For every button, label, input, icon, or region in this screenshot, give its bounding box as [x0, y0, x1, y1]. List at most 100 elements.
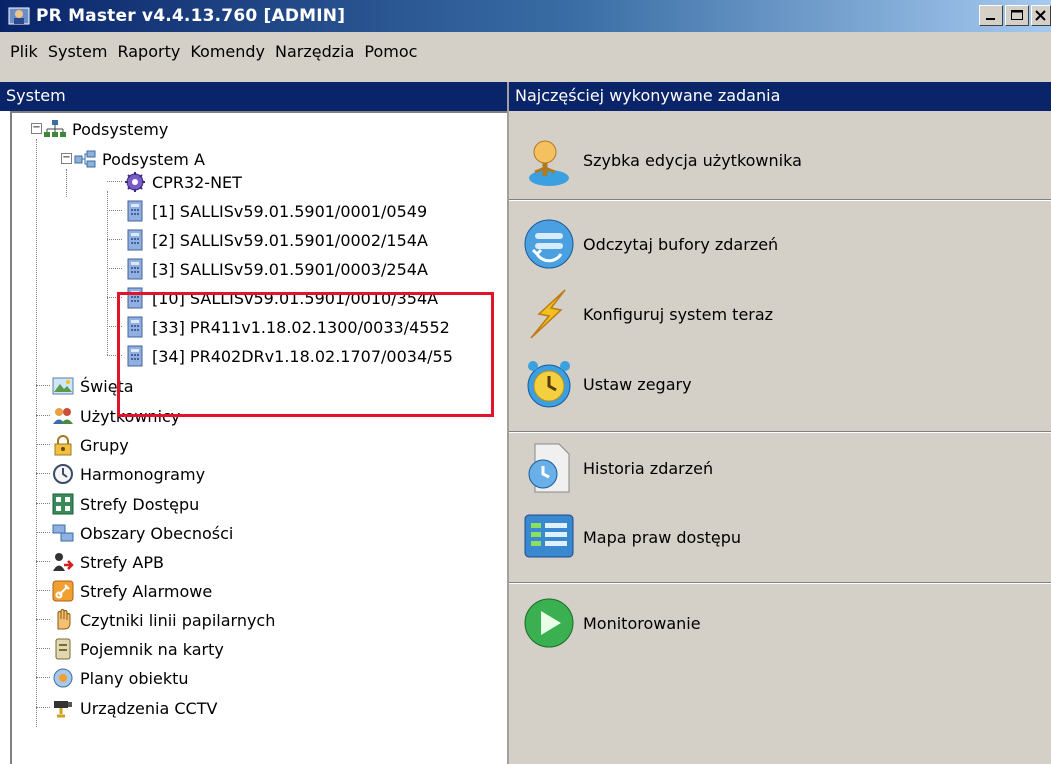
holiday-icon: [52, 377, 74, 395]
card-box-icon: [55, 638, 71, 660]
task-set-clocks[interactable]: Ustaw zegary: [521, 354, 692, 414]
tree-item-czytniki[interactable]: Czytniki linii papilarnych: [52, 606, 275, 634]
menu-bar: Plik System Raporty Komendy Narzędzia Po…: [0, 32, 1051, 82]
tree-item-controller-2[interactable]: [2] SALLISv59.01.5901/0002/154A: [124, 226, 428, 254]
tree-item-label: Plany obiektu: [80, 668, 189, 688]
user-edit-icon: [529, 140, 569, 186]
tasks-panel-header: Najczęściej wykonywane zadania: [509, 82, 1051, 111]
tree-line: [36, 415, 50, 416]
expander-podsystem-a[interactable]: −: [61, 153, 72, 164]
tree-line: [36, 139, 37, 727]
tree-item-label: Strefy APB: [80, 552, 164, 572]
menu-narzedzia[interactable]: Narzędzia: [270, 32, 359, 61]
tree-item-obszary-obecnosci[interactable]: Obszary Obecności: [52, 519, 233, 547]
alarm-clock-icon: [527, 361, 571, 408]
tree-line: [107, 191, 108, 355]
maximize-button[interactable]: [1005, 5, 1029, 26]
network-icon: [44, 120, 66, 137]
task-monitoring[interactable]: Monitorowanie: [521, 593, 701, 653]
lock-icon: [54, 435, 72, 456]
separator: [509, 582, 1051, 584]
separator: [509, 199, 1051, 201]
cctv-icon: [54, 701, 72, 718]
minimize-icon: [986, 18, 995, 20]
tree-item-label: Strefy Dostępu: [80, 494, 200, 514]
tree-item-label: [1] SALLISv59.01.5901/0001/0549: [152, 201, 428, 221]
tree-item-label: Pojemnik na karty: [80, 639, 224, 659]
tree-item-label: CPR32-NET: [152, 172, 242, 192]
tree-line: [36, 648, 50, 649]
tree-item-label: Grupy: [80, 435, 129, 455]
highlight-box: [117, 292, 494, 417]
gear-icon: [125, 172, 145, 192]
alarm-icon: [52, 580, 74, 602]
tree-line: [36, 503, 50, 504]
task-access-map[interactable]: Mapa praw dostępu: [521, 507, 741, 567]
tree-item-strefy-apb[interactable]: Strefy APB: [52, 548, 164, 576]
tree-item-label: Strefy Alarmowe: [80, 581, 213, 601]
tree-item-pojemnik[interactable]: Pojemnik na karty: [52, 635, 224, 663]
tree-item-controller-3[interactable]: [3] SALLISv59.01.5901/0003/254A: [124, 255, 428, 283]
clock-icon: [53, 464, 73, 484]
task-label: Monitorowanie: [583, 613, 701, 633]
title-bar: PR Master v4.4.13.760 [ADMIN]: [0, 0, 1051, 32]
menu-system[interactable]: System: [43, 32, 113, 61]
system-panel-header: System: [0, 82, 507, 111]
tree-item-label: Urządzenia CCTV: [80, 698, 218, 718]
tree-item-label: Podsystem A: [102, 149, 205, 169]
minimize-button[interactable]: [979, 5, 1003, 26]
tree-item-grupy[interactable]: Grupy: [52, 431, 129, 459]
plans-icon: [53, 668, 73, 688]
tree-item-cctv[interactable]: Urządzenia CCTV: [52, 694, 217, 722]
tree-line: [107, 181, 122, 182]
tree-item-strefy-alarmowe[interactable]: Strefy Alarmowe: [52, 577, 212, 605]
tree-line: [36, 619, 50, 620]
tree-line: [36, 707, 50, 708]
tree-item-controller-1[interactable]: [1] SALLISv59.01.5901/0001/0549: [124, 197, 427, 225]
window-controls: [979, 5, 1051, 26]
tree-line: [36, 590, 50, 591]
tree-line: [36, 444, 50, 445]
menu-raporty[interactable]: Raporty: [112, 32, 185, 61]
expander-podsystemy[interactable]: −: [31, 123, 42, 134]
tree-line: [107, 239, 122, 240]
task-configure-now[interactable]: Konfiguruj system teraz: [521, 284, 773, 344]
tree-line: [36, 677, 50, 678]
areas-icon: [52, 524, 74, 542]
system-tree[interactable]: − − Podsystemy Podsystem A CPR32-NET [1]…: [10, 111, 507, 764]
controller-icon: [127, 229, 143, 251]
tasks-panel: Najczęściej wykonywane zadania Szybka ed…: [509, 82, 1051, 764]
maximize-icon: [1011, 10, 1023, 20]
task-event-history[interactable]: Historia zdarzeń: [521, 438, 713, 498]
task-label: Konfiguruj system teraz: [583, 304, 774, 324]
window-title: PR Master v4.4.13.760 [ADMIN]: [36, 6, 346, 26]
tree-item-strefy-dostepu[interactable]: Strefy Dostępu: [52, 490, 199, 518]
task-label: Historia zdarzeń: [583, 458, 714, 478]
tree-item-label: Podsystemy: [72, 119, 169, 139]
tree-item-podsystemy[interactable]: Podsystemy: [44, 115, 168, 143]
tree-item-harmonogramy[interactable]: Harmonogramy: [52, 460, 205, 488]
controller-icon: [127, 200, 143, 222]
close-button[interactable]: [1031, 5, 1051, 26]
users-icon: [53, 408, 73, 424]
subsystem-icon: [74, 150, 96, 168]
menu-komendy[interactable]: Komendy: [185, 32, 270, 61]
menu-plik[interactable]: Plik: [0, 32, 43, 61]
task-read-buffers[interactable]: Odczytaj bufory zdarzeń: [521, 214, 778, 274]
tree-line: [107, 268, 122, 269]
task-quick-user-edit[interactable]: Szybka edycja użytkownika: [521, 130, 802, 190]
history-icon: [528, 443, 570, 493]
system-panel: System − − Podsystemy Podsystem A CPR32-…: [0, 82, 509, 764]
tree-item-label: Obszary Obecności: [80, 523, 234, 543]
tree-item-plany-obiektu[interactable]: Plany obiektu: [52, 664, 189, 692]
task-label: Odczytaj bufory zdarzeń: [583, 234, 779, 254]
lightning-icon: [530, 289, 566, 339]
menu-pomoc[interactable]: Pomoc: [359, 32, 422, 61]
access-map-icon: [524, 514, 574, 558]
read-buffer-icon: [524, 219, 574, 269]
apb-icon: [53, 553, 74, 571]
task-label: Mapa praw dostępu: [583, 527, 742, 547]
tree-item-cpr32-net[interactable]: CPR32-NET: [124, 168, 242, 196]
tree-line: [36, 561, 50, 562]
tree-line: [36, 532, 50, 533]
